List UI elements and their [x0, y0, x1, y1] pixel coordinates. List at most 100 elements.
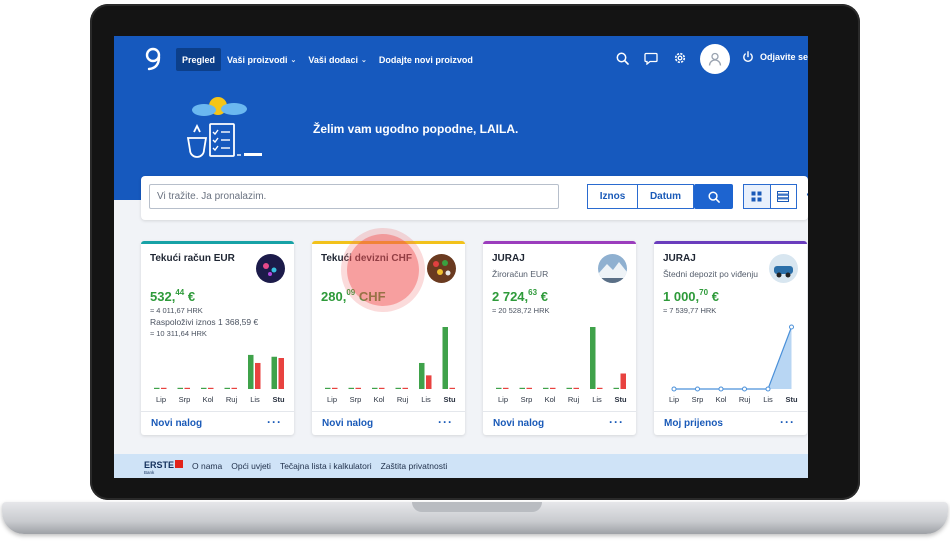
card-accent-bar	[141, 241, 294, 244]
card-action-link[interactable]: Moj prijenos	[664, 418, 723, 429]
balance-integer: 280,	[321, 289, 347, 304]
chart-tick-label: Srp	[179, 395, 191, 404]
card-thumbnail[interactable]	[256, 254, 285, 283]
chart-bar	[278, 358, 284, 389]
top-navigation: Pregled Vaši proizvodi ⌄ Vaši dodaci ⌄ Dodajt…	[114, 36, 808, 82]
card-thumbnail[interactable]	[427, 254, 456, 283]
chart-tick-label: Lip	[156, 395, 166, 404]
footer-links: O nama Opći uvjeti Tečajna lista i kalkula…	[192, 461, 447, 471]
card-chart: Lip Srp Kol Ruj Lis Stu	[483, 321, 636, 405]
chart-tick-label: Lis	[421, 395, 431, 404]
card-balance: 1 000,70 €	[663, 288, 719, 304]
chart-tick-label: Ruj	[397, 395, 409, 404]
chart-bar	[372, 387, 378, 389]
chart-bar	[161, 387, 167, 389]
chart-bar	[224, 387, 230, 389]
chart-area	[674, 327, 792, 389]
george-logo[interactable]	[144, 46, 164, 72]
chart-svg: Lip Srp Kol Ruj Lis Stu	[496, 327, 627, 404]
card-more-button[interactable]: ···	[267, 415, 282, 429]
laptop-base	[2, 502, 948, 534]
chart-bar	[519, 387, 525, 389]
chart-bar	[348, 387, 354, 389]
card-action-link[interactable]: Novi nalog	[151, 418, 202, 429]
card-more-button[interactable]: ···	[780, 415, 795, 429]
chart-bar	[325, 387, 331, 389]
list-view-button[interactable]	[769, 185, 797, 208]
card-thumbnail[interactable]	[769, 254, 798, 283]
chart-bar	[597, 387, 603, 389]
chart-bar	[231, 387, 237, 389]
nav-item-2[interactable]: Vaši dodaci ⌄	[302, 48, 372, 71]
erste-logo[interactable]: ERSTE Bank	[144, 459, 184, 475]
main-nav: Pregled Vaši proizvodi ⌄ Vaši dodaci ⌄ Dodajt…	[176, 48, 479, 71]
svg-text:ERSTE: ERSTE	[144, 460, 174, 470]
account-card[interactable]: JURAJ Štedni depozit po viđenju 1 000,70 €…	[654, 241, 807, 435]
card-action-link[interactable]: Novi nalog	[493, 418, 544, 429]
footer-link[interactable]: Tečajna lista i kalkulatori	[280, 461, 372, 471]
amount-filter-button[interactable]: Iznos	[587, 184, 638, 209]
balance-integer: 532,	[150, 289, 176, 304]
chart-tick-label: Stu	[272, 395, 285, 404]
account-card[interactable]: JURAJ Žiroračun EUR 2 724,63 € ≈ 20 528,72 …	[483, 241, 636, 435]
chart-bar	[550, 387, 556, 389]
view-toggle	[743, 184, 797, 209]
card-action-link[interactable]: Novi nalog	[322, 418, 373, 429]
footer-link[interactable]: O nama	[192, 461, 222, 471]
avatar[interactable]	[700, 44, 730, 74]
card-detail-line: ≈ 20 528,72 HRK	[492, 306, 550, 315]
card-more-button[interactable]: ···	[609, 415, 624, 429]
search-bar: Vi tražite. Ja pronalazim. Iznos Datum ·…	[141, 176, 808, 220]
greeting-text: Želim vam ugodno popodne, LAILA.	[313, 122, 519, 136]
card-balance: 2 724,63 €	[492, 288, 548, 304]
card-footer: Novi nalog ···	[141, 411, 294, 435]
chart-svg: Lip Srp Kol Ruj Lis Stu	[669, 324, 798, 404]
gear-icon[interactable]	[672, 49, 688, 67]
card-more-button[interactable]: ···	[438, 415, 453, 429]
chart-tick-label: Lip	[498, 395, 508, 404]
weather-checklist-illustration	[186, 97, 262, 158]
search-submit-button[interactable]	[694, 184, 733, 209]
nav-item-1[interactable]: Vaši proizvodi ⌄	[221, 48, 302, 71]
card-subtitle: Žiroračun EUR	[492, 269, 549, 279]
chart-bar	[395, 387, 401, 389]
chart-point	[718, 386, 724, 392]
chart-tick-label: Stu	[443, 395, 456, 404]
nav-item-0[interactable]: Pregled	[176, 48, 222, 71]
chart-point	[671, 386, 677, 392]
more-options-button[interactable]: ···	[806, 186, 808, 202]
chart-svg: Lip Srp Kol Ruj Lis Stu	[325, 327, 456, 404]
account-card[interactable]: Tekući račun EUR 532,44 € ≈ 4 011,67 HRK Ra…	[141, 241, 294, 435]
card-detail-line: ≈ 7 539,77 HRK	[663, 306, 717, 315]
top-icons	[614, 49, 688, 67]
chevron-down-icon: ⌄	[360, 56, 367, 64]
chart-bar	[590, 327, 596, 389]
search-icon[interactable]	[614, 49, 630, 67]
chart-tick-label: Ruj	[226, 395, 238, 404]
footer-link[interactable]: Opći uvjeti	[231, 461, 271, 471]
app-screen: Pregled Vaši proizvodi ⌄ Vaši dodaci ⌄ Dodajt…	[114, 36, 808, 478]
logout-label: Odjavite se	[760, 52, 808, 62]
chat-icon[interactable]	[643, 49, 659, 67]
search-input[interactable]: Vi tražite. Ja pronalazim.	[149, 184, 559, 209]
chart-point	[765, 386, 771, 392]
chart-bar	[379, 387, 385, 389]
card-title: Tekući račun EUR	[150, 253, 235, 264]
date-filter-button[interactable]: Datum	[638, 184, 694, 209]
card-balance: 532,44 €	[150, 288, 195, 304]
chart-bar	[201, 387, 207, 389]
grid-view-button[interactable]	[744, 185, 770, 208]
logout-button[interactable]: Odjavite se	[742, 51, 808, 63]
card-title: JURAJ	[492, 253, 525, 264]
chart-tick-label: Kol	[545, 395, 556, 404]
chart-bar	[419, 362, 425, 389]
chart-tick-label: Kol	[374, 395, 385, 404]
chart-tick-label: Kol	[716, 395, 727, 404]
chart-tick-label: Lip	[327, 395, 337, 404]
card-thumbnail[interactable]	[598, 254, 627, 283]
balance-currency: €	[187, 289, 196, 304]
balance-currency: €	[711, 289, 719, 304]
footer-link[interactable]: Zaštita privatnosti	[381, 461, 448, 471]
nav-item-3[interactable]: Dodajte novi proizvod	[373, 48, 479, 71]
nav-item-label: Dodajte novi proizvod	[378, 54, 473, 65]
